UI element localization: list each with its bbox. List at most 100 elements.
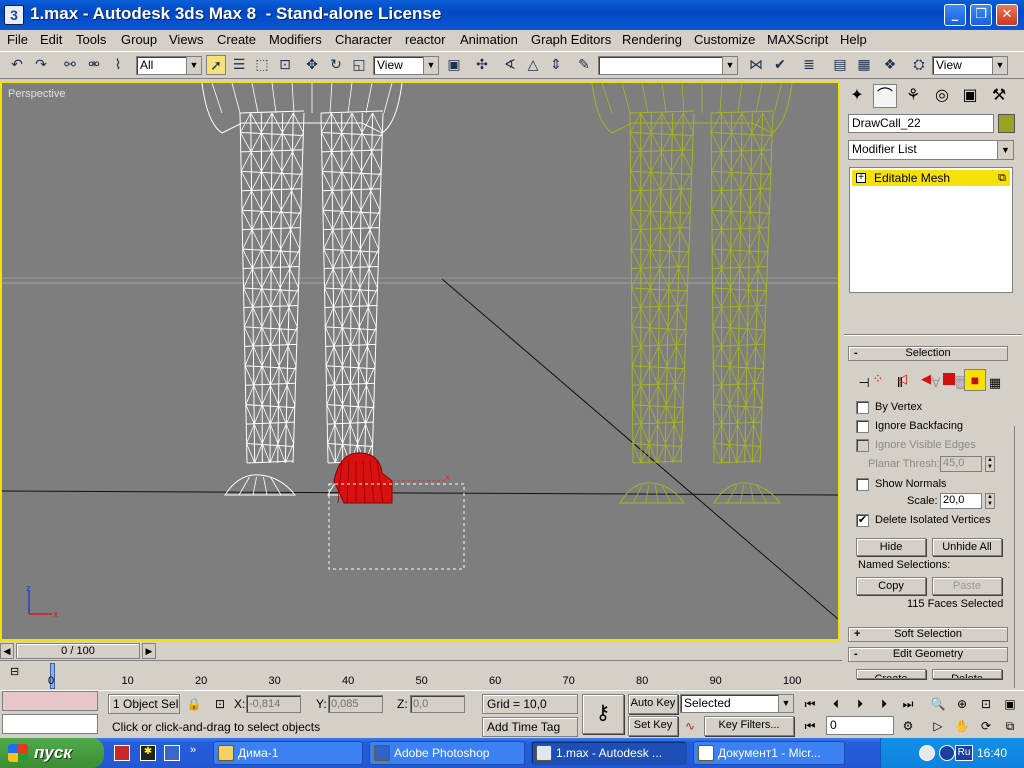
create-button[interactable]: Create (856, 669, 926, 679)
copy-button[interactable]: Copy (856, 577, 926, 595)
hierarchy-tab-icon[interactable]: ⚘ (901, 84, 925, 108)
mini-curve-editor-icon[interactable]: ⊟ (10, 665, 26, 679)
menu-group[interactable]: Group (121, 32, 157, 47)
absolute-mode-icon[interactable]: ⊡ (210, 694, 230, 714)
maxscript-listener-white[interactable] (2, 714, 98, 734)
planar-thresh-field[interactable]: 45,0 (940, 456, 982, 472)
spinner-snap-icon[interactable]: ⇕ (546, 55, 566, 75)
set-key-icon[interactable]: ⚷ (582, 694, 624, 734)
next-frame-icon[interactable]: ⏵ (874, 694, 894, 714)
tray-app-icon[interactable] (939, 745, 955, 761)
select-by-name-icon[interactable]: ☰ (229, 55, 249, 75)
arc-rotate-icon[interactable]: ⟳ (976, 716, 996, 736)
named-selection-dropdown[interactable]: ▼ (598, 56, 738, 75)
key-mode-toggle-icon[interactable]: ⏮ (800, 716, 820, 736)
menu-file[interactable]: File (7, 32, 28, 47)
redo-icon[interactable]: ↷ (31, 55, 51, 75)
play-icon[interactable]: ⏵ (850, 694, 870, 714)
task-word[interactable]: Документ1 - Micr... (693, 741, 845, 765)
start-button[interactable]: пуск (0, 738, 104, 768)
olive-wireframe-figure[interactable] (591, 83, 793, 504)
hide-button[interactable]: Hide (856, 538, 926, 556)
polygon-level-icon[interactable] (943, 373, 955, 385)
edit-geometry-rollout-header[interactable]: - Edit Geometry (848, 647, 1008, 662)
zoom-extents-all-icon[interactable]: ▣ (1000, 694, 1020, 714)
quicklaunch-app-icon[interactable] (114, 745, 130, 761)
key-filters-button[interactable]: Key Filters... (704, 716, 794, 736)
maximize-button[interactable]: ❐ (970, 4, 992, 26)
task-folder[interactable]: Дима-1 (213, 741, 363, 765)
delete-button[interactable]: Delete (932, 669, 1002, 679)
motion-tab-icon[interactable]: ◎ (930, 84, 954, 108)
menu-customize[interactable]: Customize (694, 32, 755, 47)
set-key-button[interactable]: Set Key (628, 716, 678, 736)
key-mode-dropdown[interactable]: Selected ▼ (680, 694, 794, 713)
quicklaunch-more-icon[interactable]: » (190, 744, 196, 756)
undo-icon[interactable]: ↶ (7, 55, 27, 75)
unhide-all-button[interactable]: Unhide All (932, 538, 1002, 556)
object-name-field[interactable]: DrawCall_22 (848, 114, 994, 133)
menu-help[interactable]: Help (840, 32, 867, 47)
layer-manager-icon[interactable]: ≣ (799, 55, 819, 75)
task-photoshop[interactable]: Adobe Photoshop (369, 741, 525, 765)
scale-spinner[interactable]: ▲ ▼ (985, 493, 995, 509)
menu-rendering[interactable]: Rendering (622, 32, 682, 47)
maximize-viewport-icon[interactable]: ⧉ (1000, 716, 1020, 736)
time-configuration-icon[interactable]: ⚙ (898, 716, 918, 736)
menu-character[interactable]: Character (335, 32, 392, 47)
select-object-icon[interactable]: ➚ (206, 55, 226, 75)
percent-snap-icon[interactable]: △ (523, 55, 543, 75)
mirror-icon[interactable]: ⋈ (746, 55, 766, 75)
reference-coordinate-dropdown[interactable]: View ▼ (373, 56, 439, 75)
show-normals-checkbox[interactable] (856, 478, 869, 491)
default-tangent-icon[interactable]: ∿ (680, 716, 700, 736)
element-level-icon[interactable]: ■ (964, 369, 986, 391)
add-time-tag-button[interactable]: Add Time Tag (482, 717, 578, 737)
rotate-icon[interactable]: ↻ (326, 55, 346, 75)
scale-icon[interactable]: ◱ (349, 55, 369, 75)
object-color-swatch[interactable] (998, 114, 1015, 133)
quicklaunch-app-icon[interactable] (164, 745, 180, 761)
x-coordinate-field[interactable]: -0,814 (246, 695, 301, 713)
modify-tab-icon[interactable]: ⌒ (873, 84, 897, 108)
delete-isolated-vertices-checkbox[interactable]: ✔ (856, 514, 869, 527)
3dsmax-app-icon[interactable]: 3 (4, 5, 24, 25)
soft-selection-rollout-header[interactable]: + Soft Selection (848, 627, 1008, 642)
ignore-visible-edges-checkbox[interactable] (856, 439, 869, 452)
previous-frame-icon[interactable]: ⏴ (826, 694, 846, 714)
snap-toggle-icon[interactable]: ✣ (472, 55, 492, 75)
expand-icon[interactable]: + (856, 173, 866, 183)
create-tab-icon[interactable]: ✦ (845, 84, 869, 108)
planar-thresh-spinner[interactable]: ▲ ▼ (985, 456, 995, 472)
unlink-icon[interactable]: ⚮ (84, 55, 104, 75)
auto-key-button[interactable]: Auto Key (628, 694, 678, 714)
display-tab-icon[interactable]: ▣ (958, 84, 982, 108)
time-slider-thumb[interactable]: 0 / 100 (16, 643, 140, 659)
lock-selection-icon[interactable]: 🔒 (184, 694, 204, 714)
close-button[interactable]: ✕ (996, 4, 1018, 26)
zoom-all-icon[interactable]: ⊕ (952, 694, 972, 714)
next-frame-icon[interactable]: ▶ (142, 643, 156, 659)
quicklaunch-app-icon[interactable]: ✱ (140, 745, 156, 761)
menu-edit[interactable]: Edit (40, 32, 62, 47)
menu-animation[interactable]: Animation (460, 32, 518, 47)
modifier-list-dropdown[interactable]: Modifier List ▼ (848, 140, 1014, 160)
maxscript-listener-pink[interactable] (2, 691, 98, 711)
selection-filter-dropdown[interactable]: All ▼ (136, 56, 202, 75)
track-bar[interactable]: ⊟ 0 10 20 30 40 50 60 70 80 90 100 (0, 660, 842, 690)
edge-level-icon[interactable]: ◁ (894, 371, 910, 387)
face-level-icon[interactable]: ◀ (918, 371, 934, 387)
white-wireframe-figure[interactable] (201, 83, 403, 496)
prev-frame-icon[interactable]: ◀ (0, 643, 14, 659)
pivot-center-icon[interactable]: ▣ (444, 55, 464, 75)
keyboard-layout-badge[interactable]: Ru (955, 745, 973, 761)
go-to-end-icon[interactable]: ⏭ (898, 694, 918, 714)
go-to-start-icon[interactable]: ⏮ (800, 694, 820, 714)
zoom-extents-icon[interactable]: ⊡ (976, 694, 996, 714)
selection-rollout-header[interactable]: - Selection (848, 346, 1008, 361)
utilities-tab-icon[interactable]: ⚒ (987, 84, 1011, 108)
curve-editor-icon[interactable]: ▤ (830, 55, 850, 75)
ignore-backfacing-checkbox[interactable] (856, 420, 869, 433)
align-icon[interactable]: ✔ (770, 55, 790, 75)
menu-modifiers[interactable]: Modifiers (269, 32, 322, 47)
